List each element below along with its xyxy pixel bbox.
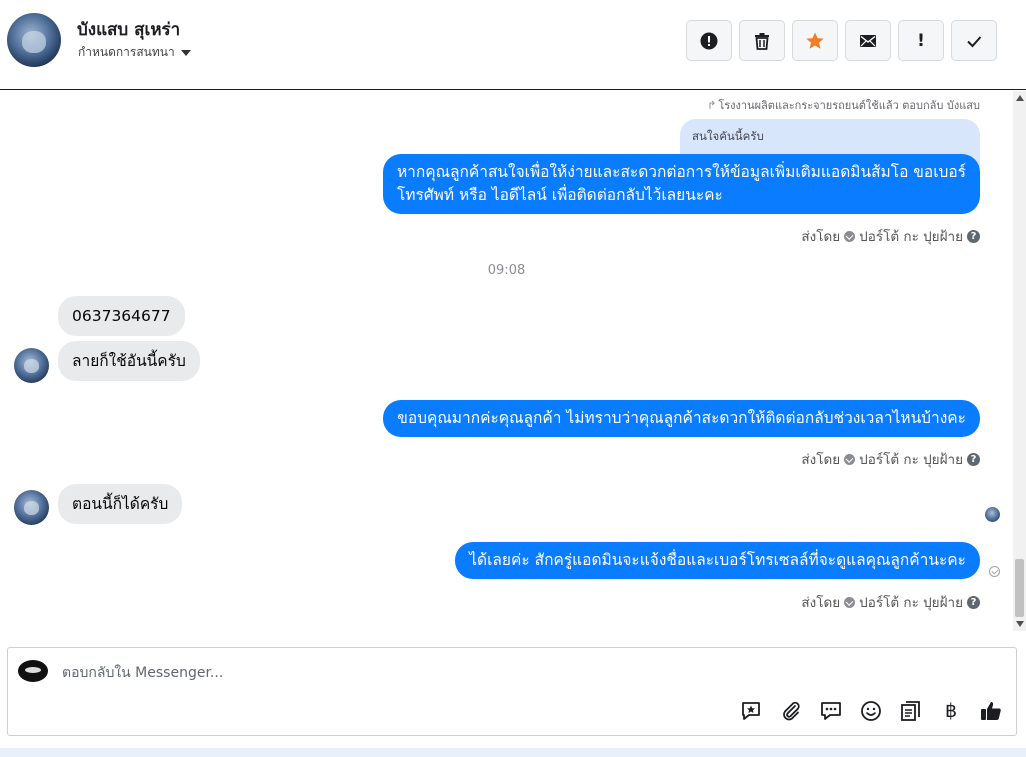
saved-reply-icon xyxy=(742,702,760,720)
help-icon[interactable]: ? xyxy=(967,595,980,609)
sender-name: ปอร์โต้ กะ ปุยฝ้าย xyxy=(859,229,963,245)
incoming-message[interactable]: ตอนนี้ก็ได้ครับ xyxy=(58,484,183,524)
sender-name: ปอร์โต้ กะ ปุยฝ้าย xyxy=(859,595,963,611)
scroll-down-arrow-icon[interactable] xyxy=(1016,621,1024,627)
outgoing-message[interactable]: ได้เลยค่ะ สักครู่แอดมินจะแจ้งชื่อและเบอร… xyxy=(455,542,980,579)
catalog-icon xyxy=(901,701,920,721)
saved-replies-button[interactable] xyxy=(738,698,764,724)
exclamation-icon: ! xyxy=(917,30,925,51)
scroll-up-arrow-icon[interactable] xyxy=(1016,95,1024,101)
read-receipt-avatar xyxy=(985,507,1000,522)
sent-by-info: ส่งโดย ปอร์โต้ กะ ปุยฝ้าย ? xyxy=(801,448,980,470)
message-line: โทรศัพท์ หรือ ไอดีไลน์ เพื่อติดต่อกลับไว… xyxy=(396,186,723,204)
follow-up-button[interactable]: ! xyxy=(898,20,944,61)
sender-avatar[interactable] xyxy=(14,348,49,383)
paperclip-icon xyxy=(783,701,800,721)
mark-done-button[interactable] xyxy=(951,20,997,61)
chat-bubbles-icon xyxy=(821,702,841,720)
message-line: หากคุณลูกค้าสนใจเพื่อให้ง่ายและสะดวกต่อก… xyxy=(396,163,966,181)
mark-spam-button[interactable] xyxy=(686,20,732,61)
trash-icon xyxy=(755,32,769,50)
baht-icon: ฿ xyxy=(944,700,958,722)
sent-by-info: ส่งโดย ปอร์โต้ กะ ปุยฝ้าย ? xyxy=(801,591,980,613)
message-timestamp: 09:08 xyxy=(487,263,526,278)
sent-status-icon xyxy=(989,566,1000,577)
contact-avatar[interactable] xyxy=(7,13,61,67)
emoji-button[interactable] xyxy=(858,698,884,724)
send-like-button[interactable] xyxy=(978,698,1004,724)
check-icon xyxy=(967,35,982,47)
composer-tools: ฿ xyxy=(738,698,1004,724)
star-button[interactable] xyxy=(792,20,838,61)
payment-button[interactable]: ฿ xyxy=(938,698,964,724)
reply-input[interactable] xyxy=(62,662,662,684)
emoji-icon xyxy=(861,701,881,721)
verified-check-icon xyxy=(844,230,856,242)
incoming-message[interactable]: ลายก็ใช้อันนี้ครับ xyxy=(58,341,200,381)
conversation-toolbar: ! xyxy=(686,20,997,61)
reply-context: ↱ โรงงานผลิตและกระจายรถยนต์ใช้แล้ว ตอบกลั… xyxy=(707,99,980,112)
contact-name[interactable]: บังแสบ สุเหร่า xyxy=(77,16,180,43)
incoming-message[interactable]: 0637364677 xyxy=(58,296,185,336)
envelope-icon xyxy=(860,34,876,47)
help-icon[interactable]: ? xyxy=(967,229,980,243)
page-avatar xyxy=(18,660,48,682)
sent-by-info: ส่งโดย ปอร์โต้ กะ ปุยฝ้าย ? xyxy=(801,225,980,247)
quick-replies-button[interactable] xyxy=(818,698,844,724)
message-composer: ฿ xyxy=(7,647,1017,736)
verified-check-icon xyxy=(844,596,856,608)
thread-scrollbar[interactable] xyxy=(1013,91,1026,631)
thumbs-up-icon xyxy=(981,702,1001,720)
help-icon[interactable]: ? xyxy=(967,452,980,466)
bottom-strip xyxy=(0,748,1026,757)
alert-circle-icon xyxy=(700,32,718,49)
message-thread: ↱ โรงงานผลิตและกระจายรถยนต์ใช้แล้ว ตอบกลั… xyxy=(0,91,1013,631)
catalog-button[interactable] xyxy=(898,698,924,724)
outgoing-message[interactable]: ขอบคุณมากค่ะคุณลูกค้า ไม่ทราบว่าคุณลูกค้… xyxy=(383,400,980,437)
attach-file-button[interactable] xyxy=(778,698,804,724)
caret-down-icon xyxy=(180,49,191,56)
scroll-thumb[interactable] xyxy=(1015,559,1024,617)
sender-name: ปอร์โต้ กะ ปุยฝ้าย xyxy=(859,452,963,468)
star-icon xyxy=(806,32,824,49)
verified-check-icon xyxy=(844,453,856,465)
delete-button[interactable] xyxy=(739,20,785,61)
conversation-settings-dropdown[interactable]: กำหนดการสนทนา xyxy=(78,43,191,62)
outgoing-message[interactable]: หากคุณลูกค้าสนใจเพื่อให้ง่ายและสะดวกต่อก… xyxy=(382,154,980,214)
sender-avatar[interactable] xyxy=(14,490,49,525)
mark-unread-button[interactable] xyxy=(845,20,891,61)
reply-arrow-icon: ↱ xyxy=(707,99,717,112)
conversation-header: บังแสบ สุเหร่า กำหนดการสนทนา ! xyxy=(0,0,1026,90)
conversation-settings-label: กำหนดการสนทนา xyxy=(78,45,175,59)
